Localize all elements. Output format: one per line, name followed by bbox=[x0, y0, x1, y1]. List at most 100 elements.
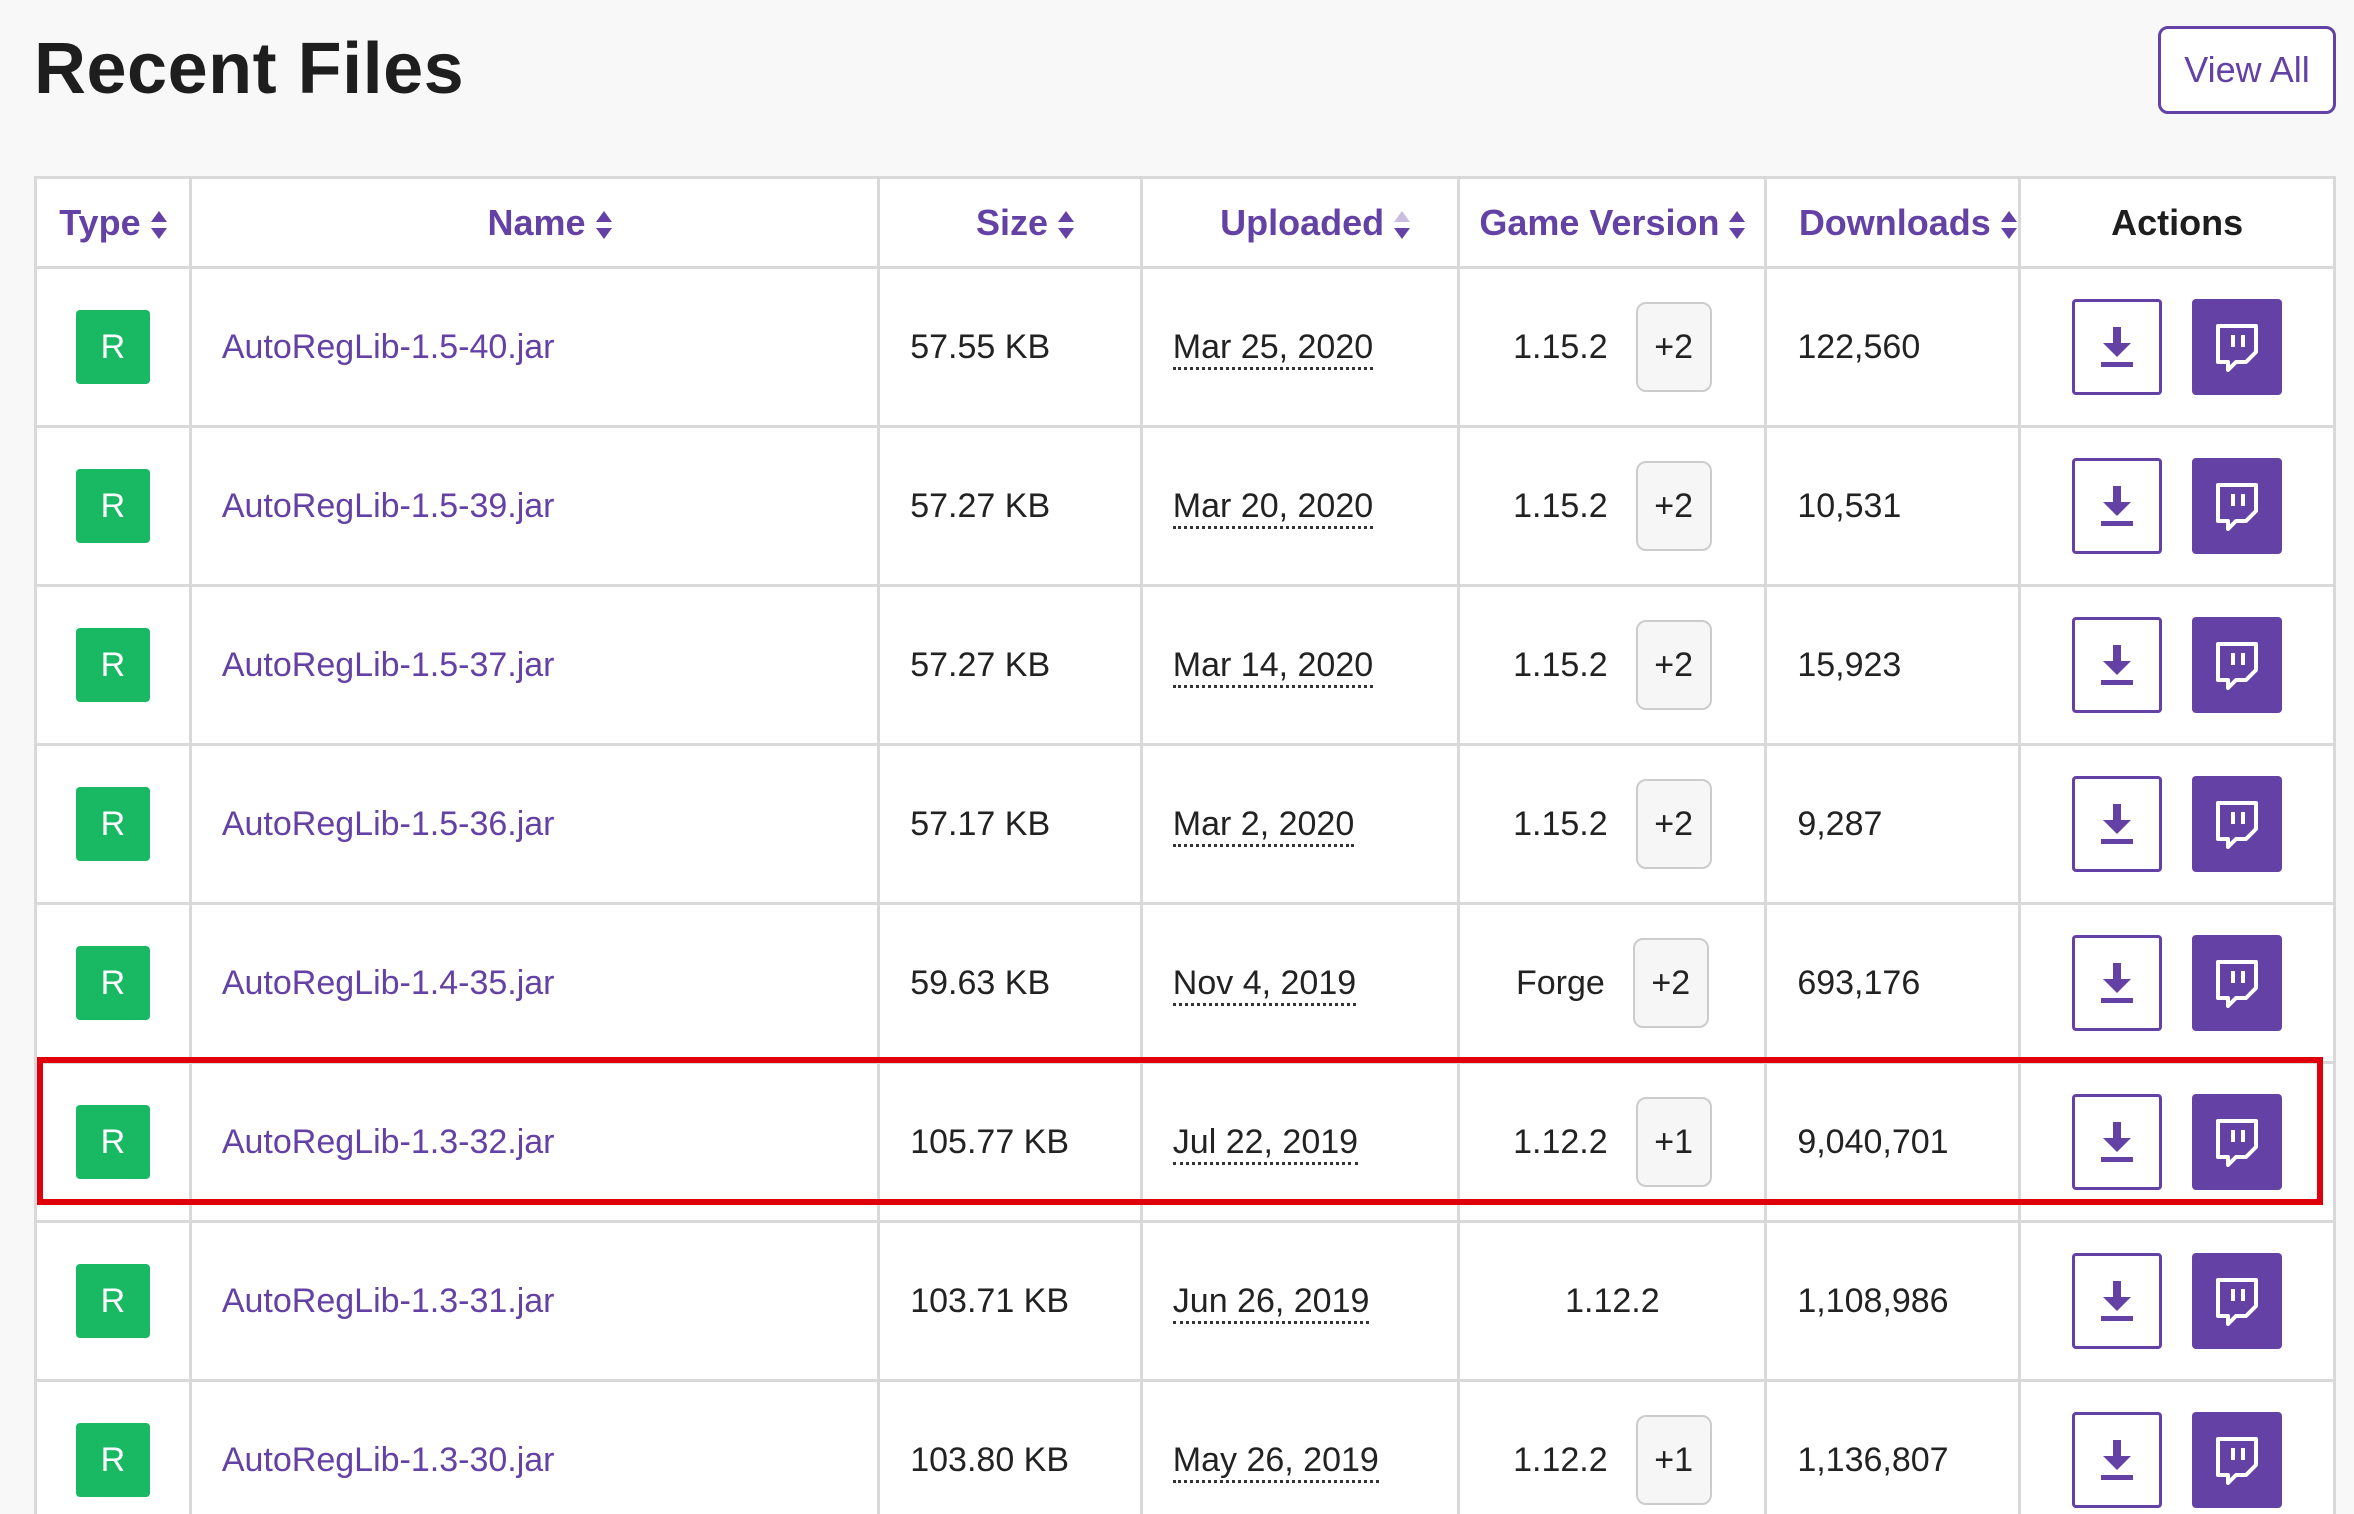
column-header-uploaded[interactable]: Uploaded bbox=[1139, 176, 1461, 269]
row-actions bbox=[2021, 1253, 2333, 1349]
twitch-install-button[interactable] bbox=[2192, 1094, 2283, 1190]
file-size: 57.27 KB bbox=[877, 584, 1143, 746]
table-row: R AutoRegLib-1.5-36.jar 57.17 KB Mar 2, … bbox=[34, 743, 2336, 905]
column-header-actions: Actions bbox=[2018, 176, 2336, 269]
release-type-badge: R bbox=[75, 946, 150, 1020]
more-versions-button[interactable]: +1 bbox=[1635, 1097, 1712, 1187]
download-button[interactable] bbox=[2072, 1094, 2163, 1190]
game-version-cell: Forge +2 bbox=[1460, 938, 1764, 1028]
upload-date: Jul 22, 2019 bbox=[1172, 1122, 1359, 1165]
upload-date: Mar 14, 2020 bbox=[1172, 645, 1374, 688]
file-name-link[interactable]: AutoRegLib-1.5-36.jar bbox=[222, 805, 555, 843]
download-button[interactable] bbox=[2072, 1412, 2163, 1508]
game-version-cell: 1.12.2 +1 bbox=[1460, 1415, 1764, 1505]
more-versions-button[interactable]: +2 bbox=[1632, 938, 1709, 1028]
twitch-icon bbox=[2216, 960, 2259, 1008]
game-version: 1.15.2 bbox=[1513, 645, 1608, 684]
download-button[interactable] bbox=[2072, 617, 2163, 713]
table-row: R AutoRegLib-1.4-35.jar 59.63 KB Nov 4, … bbox=[34, 902, 2336, 1064]
sort-icon bbox=[2000, 210, 2017, 240]
game-version-cell: 1.15.2 +2 bbox=[1460, 620, 1764, 710]
game-version: 1.15.2 bbox=[1513, 327, 1608, 366]
sort-descending-icon bbox=[1394, 210, 1411, 240]
file-name-link[interactable]: AutoRegLib-1.5-37.jar bbox=[222, 646, 555, 684]
file-name-link[interactable]: AutoRegLib-1.3-30.jar bbox=[222, 1441, 555, 1479]
release-type-badge: R bbox=[75, 787, 150, 861]
row-actions bbox=[2021, 617, 2333, 713]
table-row: R AutoRegLib-1.5-39.jar 57.27 KB Mar 20,… bbox=[34, 425, 2336, 587]
more-versions-button[interactable]: +2 bbox=[1635, 620, 1712, 710]
upload-date: Mar 25, 2020 bbox=[1172, 327, 1374, 370]
upload-date: Jun 26, 2019 bbox=[1172, 1281, 1370, 1324]
column-header-type[interactable]: Type bbox=[34, 176, 192, 269]
file-name-link[interactable]: AutoRegLib-1.4-35.jar bbox=[222, 964, 555, 1002]
game-version: 1.12.2 bbox=[1565, 1281, 1660, 1320]
file-size: 103.80 KB bbox=[877, 1379, 1143, 1514]
twitch-install-button[interactable] bbox=[2192, 776, 2283, 872]
more-versions-button[interactable]: +1 bbox=[1635, 1415, 1712, 1505]
twitch-install-button[interactable] bbox=[2192, 935, 2283, 1031]
file-name-link[interactable]: AutoRegLib-1.5-39.jar bbox=[222, 487, 555, 525]
download-icon bbox=[2101, 1122, 2134, 1162]
download-button[interactable] bbox=[2072, 299, 2163, 395]
file-name-link[interactable]: AutoRegLib-1.3-31.jar bbox=[222, 1282, 555, 1320]
table-row: R AutoRegLib-1.3-31.jar 103.71 KB Jun 26… bbox=[34, 1220, 2336, 1382]
file-name-link[interactable]: AutoRegLib-1.5-40.jar bbox=[222, 328, 555, 366]
twitch-install-button[interactable] bbox=[2192, 1412, 2283, 1508]
upload-date: Mar 20, 2020 bbox=[1172, 486, 1374, 529]
download-count: 9,287 bbox=[1764, 743, 2022, 905]
table-row: R AutoRegLib-1.3-32.jar 105.77 KB Jul 22… bbox=[34, 1061, 2336, 1223]
download-count: 9,040,701 bbox=[1764, 1061, 2022, 1223]
game-version: 1.15.2 bbox=[1513, 804, 1608, 843]
release-type-badge: R bbox=[75, 628, 150, 702]
file-size: 105.77 KB bbox=[877, 1061, 1143, 1223]
row-actions bbox=[2021, 1412, 2333, 1508]
more-versions-button[interactable]: +2 bbox=[1635, 779, 1712, 869]
download-count: 122,560 bbox=[1764, 266, 2022, 428]
twitch-icon bbox=[2216, 483, 2259, 531]
files-table: Type Name Size Uploaded Game Version Dow… bbox=[34, 176, 2336, 1514]
more-versions-button[interactable]: +2 bbox=[1635, 461, 1712, 551]
file-name-link[interactable]: AutoRegLib-1.3-32.jar bbox=[222, 1123, 555, 1161]
twitch-icon bbox=[2216, 1119, 2259, 1167]
row-actions bbox=[2021, 299, 2333, 395]
release-type-badge: R bbox=[75, 1105, 150, 1179]
download-icon bbox=[2101, 963, 2134, 1003]
view-all-button[interactable]: View All bbox=[2158, 26, 2336, 114]
release-type-badge: R bbox=[75, 1264, 150, 1338]
download-button[interactable] bbox=[2072, 1253, 2163, 1349]
twitch-install-button[interactable] bbox=[2192, 299, 2283, 395]
row-actions bbox=[2021, 458, 2333, 554]
download-icon bbox=[2101, 645, 2134, 685]
download-button[interactable] bbox=[2072, 935, 2163, 1031]
table-row: R AutoRegLib-1.5-40.jar 57.55 KB Mar 25,… bbox=[34, 266, 2336, 428]
download-button[interactable] bbox=[2072, 776, 2163, 872]
column-header-name[interactable]: Name bbox=[188, 176, 881, 269]
twitch-install-button[interactable] bbox=[2192, 458, 2283, 554]
page-title: Recent Files bbox=[34, 29, 465, 109]
download-icon bbox=[2101, 804, 2134, 844]
game-version-cell: 1.15.2 +2 bbox=[1460, 779, 1764, 869]
row-actions bbox=[2021, 776, 2333, 872]
row-actions bbox=[2021, 935, 2333, 1031]
table-row: R AutoRegLib-1.3-30.jar 103.80 KB May 26… bbox=[34, 1379, 2336, 1514]
twitch-icon bbox=[2216, 801, 2259, 849]
file-size: 57.27 KB bbox=[877, 425, 1143, 587]
sort-icon bbox=[595, 210, 612, 240]
game-version: 1.12.2 bbox=[1513, 1440, 1608, 1479]
twitch-install-button[interactable] bbox=[2192, 617, 2283, 713]
file-size: 57.17 KB bbox=[877, 743, 1143, 905]
column-header-downloads[interactable]: Downloads bbox=[1764, 176, 2022, 269]
twitch-icon bbox=[2216, 642, 2259, 690]
upload-date: May 26, 2019 bbox=[1172, 1440, 1379, 1483]
file-size: 59.63 KB bbox=[877, 902, 1143, 1064]
column-header-size[interactable]: Size bbox=[877, 176, 1143, 269]
download-button[interactable] bbox=[2072, 458, 2163, 554]
twitch-install-button[interactable] bbox=[2192, 1253, 2283, 1349]
download-icon bbox=[2101, 1281, 2134, 1321]
column-header-game-version[interactable]: Game Version bbox=[1457, 176, 1768, 269]
download-count: 1,108,986 bbox=[1764, 1220, 2022, 1382]
game-version-cell: 1.15.2 +2 bbox=[1460, 461, 1764, 551]
game-version: 1.12.2 bbox=[1513, 1122, 1608, 1161]
more-versions-button[interactable]: +2 bbox=[1635, 302, 1712, 392]
